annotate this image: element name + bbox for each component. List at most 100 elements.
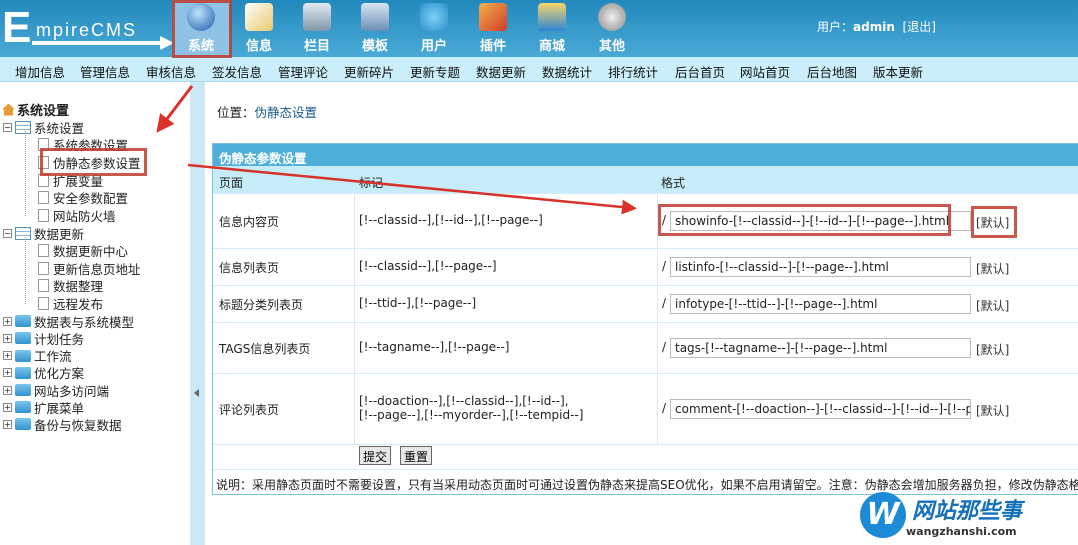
default-link[interactable]: [默认] bbox=[976, 297, 1009, 314]
folder-icon bbox=[303, 3, 331, 31]
sidebar-group-label[interactable]: 备份与恢复数据 bbox=[34, 415, 122, 434]
sidebar-item-label[interactable]: 数据更新中心 bbox=[53, 241, 128, 260]
top-header: EmpireCMS 用户：admin [退出] 系统 信息 栏目 模板 用户 插件 商城 其他 bbox=[0, 0, 1078, 57]
list-folder-icon bbox=[15, 226, 31, 240]
logout-link[interactable]: [退出] bbox=[903, 20, 936, 34]
nav-link[interactable]: 增加信息 bbox=[15, 62, 65, 81]
col-divider bbox=[354, 193, 355, 444]
sidebar-item[interactable]: 更新信息页地址 bbox=[38, 259, 141, 278]
reset-button[interactable]: 重置 bbox=[400, 446, 433, 465]
sidebar-item[interactable]: 网站防火墙 bbox=[38, 206, 116, 225]
sidebar-group[interactable]: − 系统设置 bbox=[3, 118, 84, 137]
nav-link[interactable]: 数据统计 bbox=[542, 62, 592, 81]
sidebar-item-label[interactable]: 安全参数配置 bbox=[53, 188, 128, 207]
format-input[interactable]: tags-[!--tagname--]-[!--page--].html bbox=[670, 337, 971, 358]
nav-link[interactable]: 排行统计 bbox=[608, 62, 658, 81]
default-link[interactable]: [默认] bbox=[976, 402, 1009, 419]
collapse-icon[interactable]: − bbox=[3, 228, 12, 238]
sidebar-item-label[interactable]: 更新信息页地址 bbox=[53, 259, 141, 278]
expand-icon[interactable]: + bbox=[3, 333, 12, 343]
sidebar-group-label[interactable]: 工作流 bbox=[34, 346, 72, 365]
list-folder-icon bbox=[15, 121, 31, 134]
tab-info[interactable]: 信息 bbox=[230, 0, 288, 57]
format-input[interactable]: infotype-[!--ttid--]-[!--page--].html bbox=[670, 293, 971, 314]
sidebar-item[interactable]: 远程发布 bbox=[38, 294, 103, 313]
sidebar-item-label[interactable]: 数据整理 bbox=[53, 276, 103, 295]
tab-template[interactable]: 模板 bbox=[346, 0, 404, 57]
slash: / bbox=[662, 258, 667, 273]
sidebar-group-label[interactable]: 数据表与系统模型 bbox=[34, 312, 134, 331]
user-label: 用户： bbox=[817, 20, 854, 34]
sidebar-group[interactable]: + 优化方案 bbox=[3, 363, 84, 382]
nav-link[interactable]: 签发信息 bbox=[212, 62, 262, 81]
breadcrumb-link[interactable]: 伪静态设置 bbox=[255, 105, 318, 120]
nav-link[interactable]: 后台首页 bbox=[675, 62, 725, 81]
page-name: 信息列表页 bbox=[219, 260, 280, 275]
sidebar-group[interactable]: + 工作流 bbox=[3, 346, 72, 365]
sidebar-group-label[interactable]: 计划任务 bbox=[34, 329, 84, 348]
format-input[interactable]: listinfo-[!--classid--]-[!--page--].html bbox=[670, 256, 971, 277]
tab-label: 模板 bbox=[361, 39, 388, 54]
expand-icon[interactable]: + bbox=[3, 351, 12, 361]
expand-icon[interactable]: + bbox=[3, 419, 12, 429]
sidebar-group-label[interactable]: 系统设置 bbox=[34, 118, 84, 137]
tab-other[interactable]: 其他 bbox=[583, 0, 641, 57]
arrow-to-sidebar bbox=[156, 85, 194, 133]
user-info: 用户：admin [退出] bbox=[817, 18, 936, 35]
nav-link[interactable]: 更新专题 bbox=[410, 62, 460, 81]
expand-icon[interactable]: + bbox=[3, 368, 12, 378]
row-divider bbox=[213, 373, 1078, 374]
folder-icon bbox=[15, 332, 31, 345]
tab-column[interactable]: 栏目 bbox=[288, 0, 346, 57]
collapse-icon[interactable]: − bbox=[3, 123, 12, 132]
sidebar-group[interactable]: + 备份与恢复数据 bbox=[3, 415, 122, 434]
tag-list: [!--doaction--],[!--classid--],[!--id--]… bbox=[359, 393, 569, 408]
sidebar-group[interactable]: + 数据表与系统模型 bbox=[3, 312, 134, 331]
row-divider bbox=[213, 322, 1078, 323]
sidebar-item[interactable]: 安全参数配置 bbox=[38, 188, 128, 207]
nav-link[interactable]: 管理评论 bbox=[278, 62, 328, 81]
expand-icon[interactable]: + bbox=[3, 385, 12, 395]
row-divider bbox=[213, 469, 1078, 470]
sidebar-splitter[interactable] bbox=[190, 82, 205, 545]
sidebar-item-label[interactable]: 网站防火墙 bbox=[53, 206, 116, 225]
tab-user[interactable]: 用户 bbox=[405, 0, 463, 57]
sidebar-group[interactable]: + 计划任务 bbox=[3, 329, 84, 348]
nav-link[interactable]: 版本更新 bbox=[873, 62, 923, 81]
sidebar-item-label[interactable]: 远程发布 bbox=[53, 294, 103, 313]
sidebar-group-label[interactable]: 优化方案 bbox=[34, 363, 84, 382]
sidebar-item[interactable]: 数据整理 bbox=[38, 276, 103, 295]
nav-link[interactable]: 审核信息 bbox=[146, 62, 196, 81]
column-header: 格式 bbox=[661, 176, 686, 190]
tab-label: 信息 bbox=[245, 39, 272, 54]
sidebar-group-label[interactable]: 网站多访问端 bbox=[34, 381, 109, 400]
sidebar-group[interactable]: + 网站多访问端 bbox=[3, 381, 109, 400]
tab-plugin[interactable]: 插件 bbox=[464, 0, 522, 57]
collapse-arrow-icon[interactable] bbox=[194, 389, 199, 397]
sidebar-group-label[interactable]: 数据更新 bbox=[34, 224, 84, 243]
tree-line bbox=[25, 236, 26, 304]
tab-label: 插件 bbox=[479, 39, 506, 54]
expand-icon[interactable]: + bbox=[3, 402, 12, 412]
sidebar-group[interactable]: + 扩展菜单 bbox=[3, 398, 84, 417]
tab-shop[interactable]: 商城 bbox=[523, 0, 581, 57]
tab-label: 商城 bbox=[538, 39, 565, 54]
row-divider bbox=[213, 444, 1078, 445]
nav-link[interactable]: 后台地图 bbox=[807, 62, 857, 81]
default-link[interactable]: [默认] bbox=[976, 341, 1009, 358]
sidebar-title: 系统设置 bbox=[2, 100, 69, 119]
sidebar-item[interactable]: 数据更新中心 bbox=[38, 241, 128, 260]
tag-list: [!--page--],[!--myorder--],[!--tempid--] bbox=[359, 407, 584, 422]
sidebar-group[interactable]: − 数据更新 bbox=[3, 224, 84, 243]
column-header-row bbox=[213, 166, 1078, 193]
format-input[interactable]: comment-[!--doaction--]-[!--classid--]-[… bbox=[670, 398, 971, 419]
nav-link[interactable]: 网站首页 bbox=[740, 62, 790, 81]
nav-link[interactable]: 更新碎片 bbox=[344, 62, 394, 81]
default-link[interactable]: [默认] bbox=[976, 260, 1009, 277]
annotation-box-format-input bbox=[658, 204, 951, 236]
submit-button[interactable]: 提交 bbox=[359, 446, 392, 465]
nav-link[interactable]: 数据更新 bbox=[476, 62, 526, 81]
nav-link[interactable]: 管理信息 bbox=[80, 62, 130, 81]
sidebar-group-label[interactable]: 扩展菜单 bbox=[34, 398, 84, 417]
expand-icon[interactable]: + bbox=[3, 316, 12, 326]
